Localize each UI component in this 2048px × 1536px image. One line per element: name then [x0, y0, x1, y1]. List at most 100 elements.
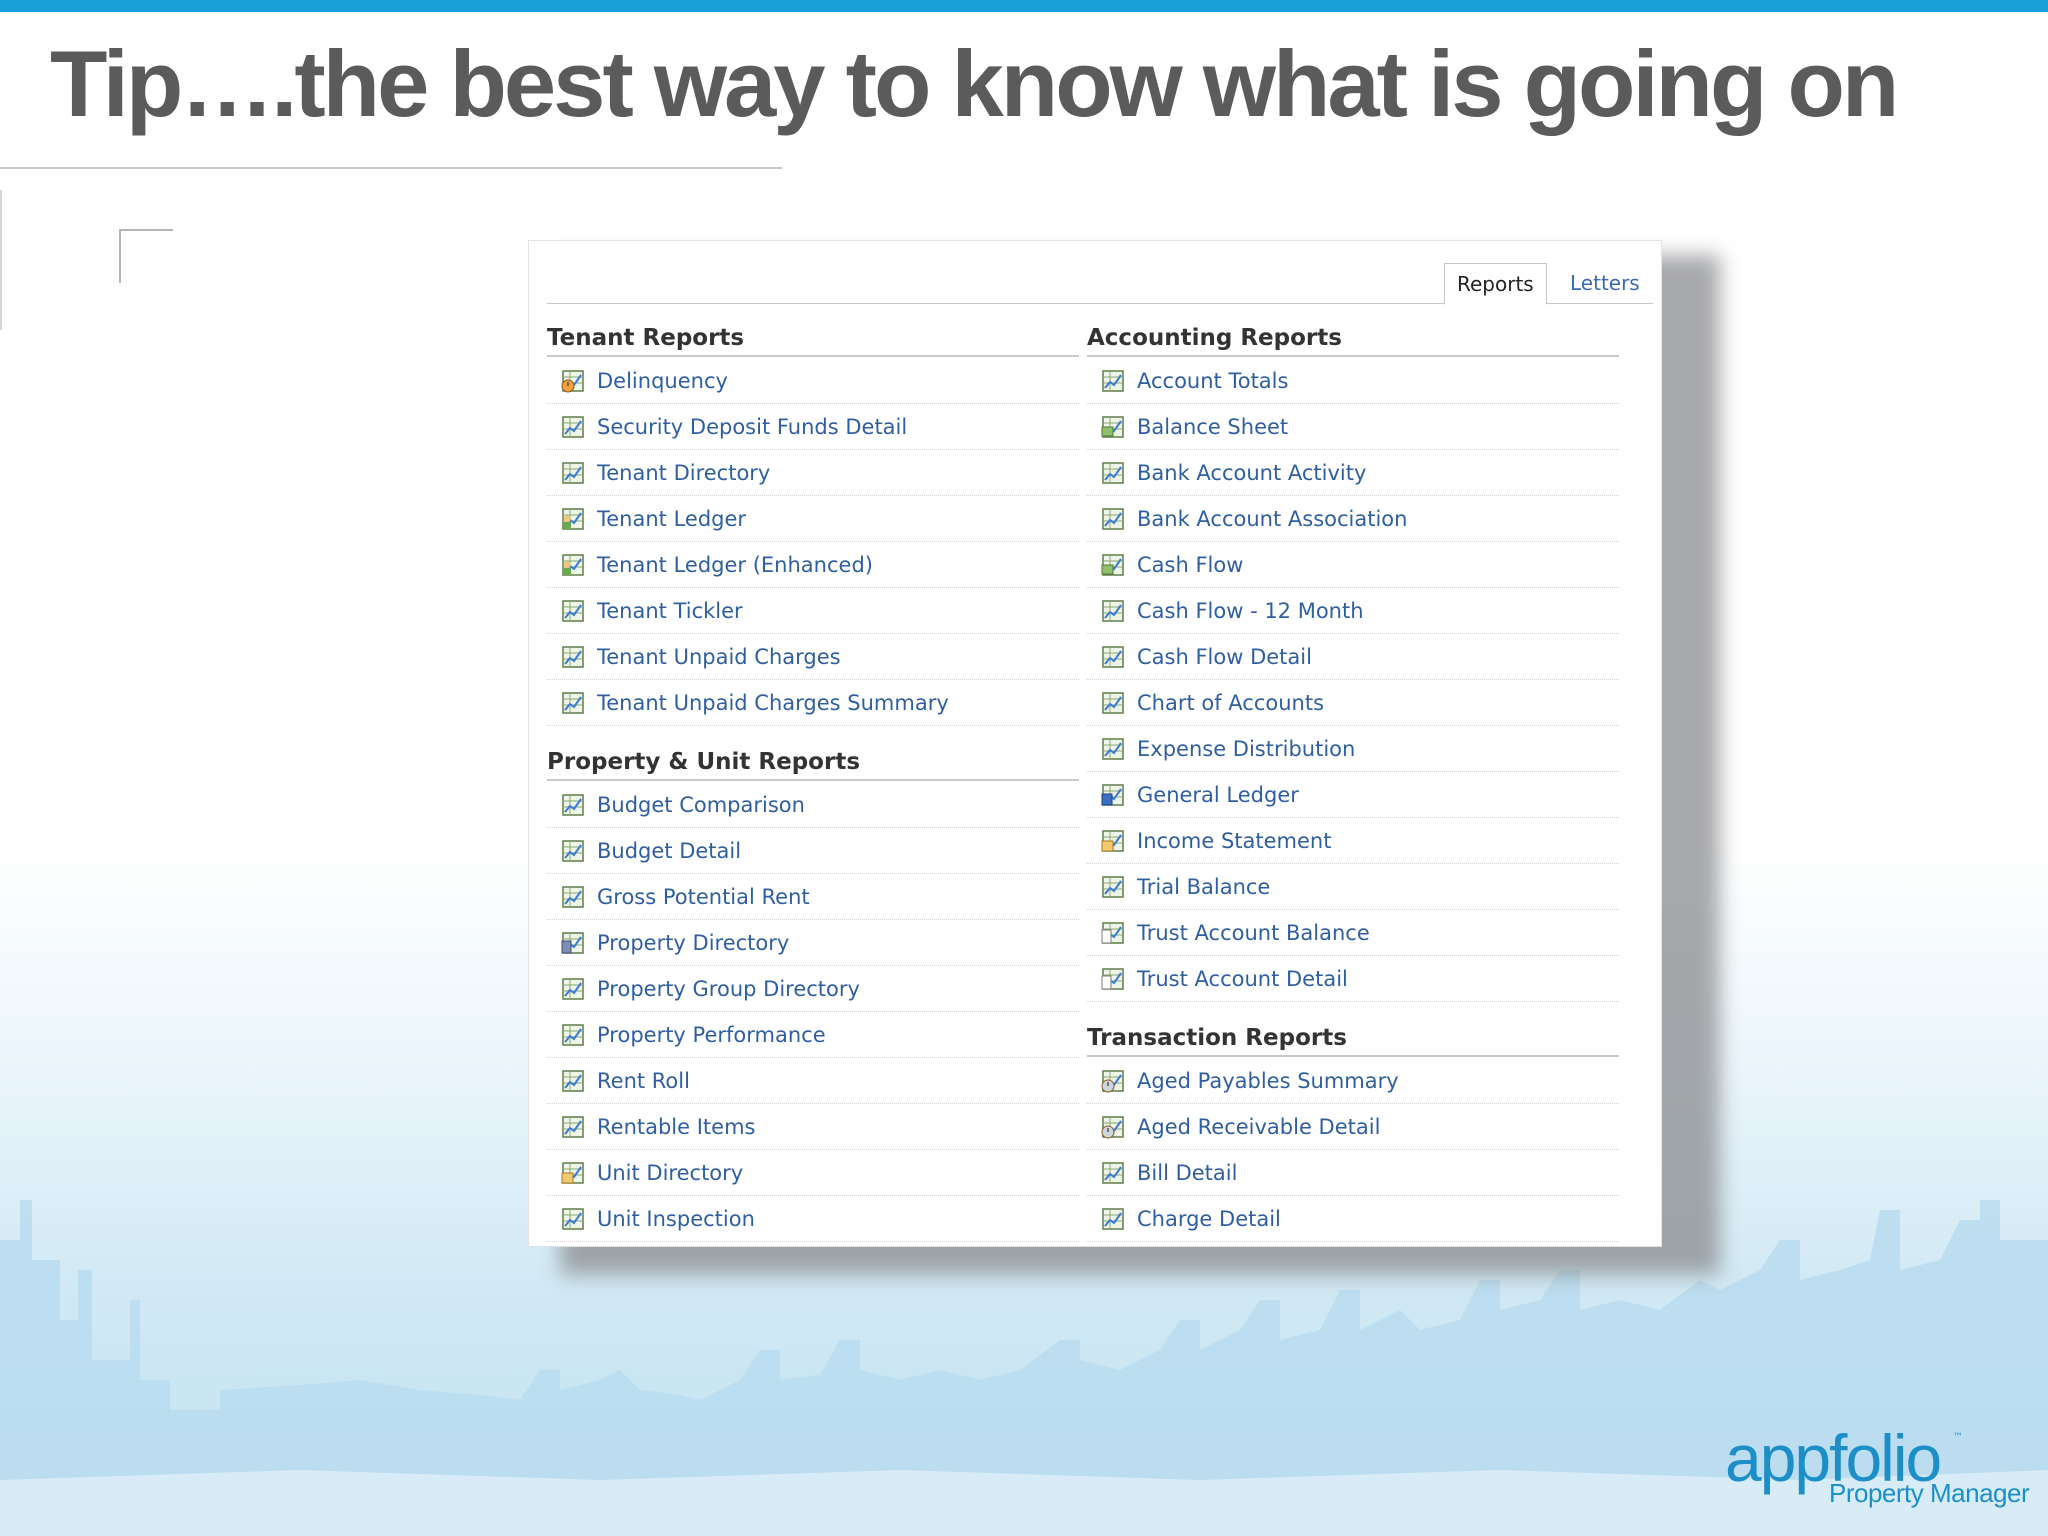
report-icon	[561, 1069, 585, 1093]
report-item[interactable]: Rent Roll	[547, 1059, 1079, 1104]
report-icon	[1101, 507, 1125, 531]
transaction-reports-list: Aged Payables Summary Aged Receivable Det…	[1087, 1059, 1619, 1242]
report-icon	[561, 599, 585, 623]
report-item[interactable]: Property Directory	[547, 921, 1079, 966]
report-item[interactable]: Rentable Items	[547, 1105, 1079, 1150]
report-link[interactable]: Rentable Items	[597, 1115, 755, 1139]
report-link[interactable]: Cash Flow - 12 Month	[1137, 599, 1364, 623]
report-item[interactable]: Cash Flow	[1087, 543, 1619, 588]
report-item[interactable]: Tenant Tickler	[547, 589, 1079, 634]
report-icon	[1101, 691, 1125, 715]
accounting-reports-list: Account Totals Balance Sheet Bank Account …	[1087, 359, 1619, 1002]
report-link[interactable]: Rent Roll	[597, 1069, 690, 1093]
report-link[interactable]: Income Statement	[1137, 829, 1331, 853]
report-item[interactable]: Tenant Unpaid Charges	[547, 635, 1079, 680]
report-item[interactable]: Bank Account Activity	[1087, 451, 1619, 496]
report-item[interactable]: Trust Account Detail	[1087, 957, 1619, 1002]
building-report-icon	[561, 931, 585, 955]
report-item[interactable]: Tenant Directory	[547, 451, 1079, 496]
corner-mark	[119, 229, 173, 283]
report-item[interactable]: Delinquency	[547, 359, 1079, 404]
tab-letters[interactable]: Letters	[1558, 263, 1652, 302]
logo-subtitle: Property Manager	[1829, 1478, 2030, 1508]
report-link[interactable]: Property Group Directory	[597, 977, 860, 1001]
report-link[interactable]: Balance Sheet	[1137, 415, 1288, 439]
report-link[interactable]: Bill Detail	[1137, 1161, 1237, 1185]
report-link[interactable]: Cash Flow	[1137, 553, 1243, 577]
report-icon	[561, 1207, 585, 1231]
report-link[interactable]: Budget Detail	[597, 839, 741, 863]
report-link[interactable]: Aged Receivable Detail	[1137, 1115, 1380, 1139]
box-report-icon	[561, 1161, 585, 1185]
report-link[interactable]: Trust Account Balance	[1137, 921, 1370, 945]
tab-bar: Reports Letters	[547, 263, 1653, 305]
top-accent-bar	[0, 0, 2048, 12]
report-item[interactable]: Budget Comparison	[547, 783, 1079, 828]
report-item[interactable]: Aged Payables Summary	[1087, 1059, 1619, 1104]
report-item[interactable]: Budget Detail	[547, 829, 1079, 874]
report-link[interactable]: Tenant Ledger (Enhanced)	[597, 553, 873, 577]
report-item[interactable]: Balance Sheet	[1087, 405, 1619, 450]
report-item[interactable]: Unit Inspection	[547, 1197, 1079, 1242]
report-link[interactable]: Unit Inspection	[597, 1207, 755, 1231]
report-icon	[1101, 461, 1125, 485]
title-divider	[0, 167, 782, 169]
report-link[interactable]: Trust Account Detail	[1137, 967, 1348, 991]
report-link[interactable]: Aged Payables Summary	[1137, 1069, 1399, 1093]
slide-title: Tip….the best way to know what is going …	[50, 31, 1899, 136]
report-item[interactable]: Charge Detail	[1087, 1197, 1619, 1242]
report-link[interactable]: General Ledger	[1137, 783, 1299, 807]
report-item[interactable]: Bank Account Association	[1087, 497, 1619, 542]
report-item[interactable]: Expense Distribution	[1087, 727, 1619, 772]
report-link[interactable]: Account Totals	[1137, 369, 1288, 393]
report-link[interactable]: Chart of Accounts	[1137, 691, 1324, 715]
report-icon	[1101, 599, 1125, 623]
report-icon	[561, 885, 585, 909]
tab-reports[interactable]: Reports	[1444, 263, 1547, 305]
report-link[interactable]: Bank Account Association	[1137, 507, 1407, 531]
report-link[interactable]: Security Deposit Funds Detail	[597, 415, 907, 439]
report-item[interactable]: Cash Flow - 12 Month	[1087, 589, 1619, 634]
report-item[interactable]: Account Totals	[1087, 359, 1619, 404]
report-item[interactable]: Gross Potential Rent	[547, 875, 1079, 920]
report-link[interactable]: Tenant Unpaid Charges Summary	[597, 691, 949, 715]
report-link[interactable]: Expense Distribution	[1137, 737, 1355, 761]
report-link[interactable]: Delinquency	[597, 369, 728, 393]
report-item[interactable]: Security Deposit Funds Detail	[547, 405, 1079, 450]
report-link[interactable]: Tenant Ledger	[597, 507, 746, 531]
report-link[interactable]: Tenant Directory	[597, 461, 770, 485]
report-item[interactable]: Trust Account Balance	[1087, 911, 1619, 956]
section-heading-property-unit-reports: Property & Unit Reports	[547, 745, 1079, 781]
report-icon	[1101, 737, 1125, 761]
report-item[interactable]: General Ledger	[1087, 773, 1619, 818]
report-link[interactable]: Cash Flow Detail	[1137, 645, 1312, 669]
report-link[interactable]: Property Directory	[597, 931, 789, 955]
report-link[interactable]: Gross Potential Rent	[597, 885, 810, 909]
report-item[interactable]: Tenant Unpaid Charges Summary	[547, 681, 1079, 726]
report-item[interactable]: Tenant Ledger	[547, 497, 1079, 542]
report-link[interactable]: Tenant Unpaid Charges	[597, 645, 841, 669]
report-link[interactable]: Charge Detail	[1137, 1207, 1281, 1231]
report-item[interactable]: Property Performance	[547, 1013, 1079, 1058]
report-item[interactable]: Cash Flow Detail	[1087, 635, 1619, 680]
report-link[interactable]: Bank Account Activity	[1137, 461, 1366, 485]
report-item[interactable]: Income Statement	[1087, 819, 1619, 864]
report-item[interactable]: Bill Detail	[1087, 1151, 1619, 1196]
property-unit-reports-list: Budget Comparison Budget Detail Gross Pote…	[547, 783, 1079, 1242]
report-link[interactable]: Property Performance	[597, 1023, 826, 1047]
report-item[interactable]: Trial Balance	[1087, 865, 1619, 910]
report-icon	[1101, 1207, 1125, 1231]
section-heading-transaction-reports: Transaction Reports	[1087, 1021, 1619, 1057]
report-item[interactable]: Property Group Directory	[547, 967, 1079, 1012]
report-item[interactable]: Aged Receivable Detail	[1087, 1105, 1619, 1150]
report-icon	[1101, 369, 1125, 393]
report-item[interactable]: Unit Directory	[547, 1151, 1079, 1196]
report-link[interactable]: Budget Comparison	[597, 793, 805, 817]
report-link[interactable]: Trial Balance	[1137, 875, 1270, 899]
section-heading-tenant-reports: Tenant Reports	[547, 321, 1079, 357]
report-link[interactable]: Unit Directory	[597, 1161, 743, 1185]
report-icon	[561, 1023, 585, 1047]
report-item[interactable]: Tenant Ledger (Enhanced)	[547, 543, 1079, 588]
report-link[interactable]: Tenant Tickler	[597, 599, 743, 623]
report-item[interactable]: Chart of Accounts	[1087, 681, 1619, 726]
